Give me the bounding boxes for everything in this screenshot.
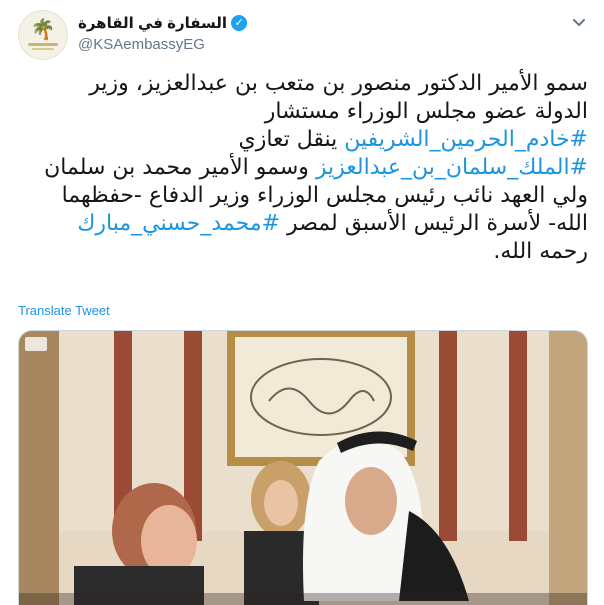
palm-swords-emblem-icon: 🌴 (30, 19, 56, 41)
user-handle[interactable]: @KSAembassyEG (78, 36, 205, 53)
tweet-text-segment: رحمه الله. (493, 239, 588, 264)
tweet-text-line: #الملك_سلمان_بن_عبدالعزيز وسمو الأمير مح… (18, 154, 588, 182)
tweet-text-line: ولي العهد نائب رئيس مجلس الوزراء وزير ال… (18, 182, 588, 210)
tweet-photo[interactable] (18, 330, 588, 605)
avatar-seal-bar (28, 43, 58, 46)
tweet-text-line: الدولة عضو مجلس الوزراء مستشار (18, 98, 588, 126)
hashtag-link[interactable]: #الملك_سلمان_بن_عبدالعزيز (316, 155, 588, 180)
chevron-down-icon[interactable] (570, 14, 588, 32)
tweet-text-segment: الدولة عضو مجلس الوزراء مستشار (264, 99, 588, 124)
tweet-text-segment: ينقل تعازي (238, 127, 345, 152)
tweet-text-line: الله- لأسرة الرئيس الأسبق لمصر #محمد_حسن… (18, 210, 588, 238)
tweet-text-line: رحمه الله. (18, 238, 588, 266)
tweet-text-segment: وسمو الأمير محمد بن سلمان (44, 155, 316, 180)
avatar[interactable]: 🌴 (18, 10, 68, 60)
agency-watermark-logo (25, 337, 47, 351)
tweet-card: 🌴 السفارة في القاهرة ✓ @KSAembassyEG سمو… (0, 0, 604, 605)
avatar-seal-bar-small (32, 48, 54, 50)
verified-badge-icon: ✓ (231, 15, 248, 31)
hashtag-link[interactable]: #خادم_الحرمين_الشريفين (344, 127, 588, 152)
tweet-text: سمو الأمير الدكتور منصور بن متعب بن عبدا… (18, 70, 588, 266)
name-row: السفارة في القاهرة ✓ (78, 14, 248, 32)
tweet-text-segment: ولي العهد نائب رئيس مجلس الوزراء وزير ال… (61, 183, 588, 208)
tweet-text-segment: سمو الأمير الدكتور منصور بن متعب بن عبدا… (89, 71, 588, 96)
tweet-text-line: سمو الأمير الدكتور منصور بن متعب بن عبدا… (18, 70, 588, 98)
translate-tweet-link[interactable]: Translate Tweet (18, 303, 110, 318)
hashtag-link[interactable]: #محمد_حسني_مبارك (77, 211, 280, 236)
tweet-text-line: #خادم_الحرمين_الشريفين ينقل تعازي (18, 126, 588, 154)
display-name[interactable]: السفارة في القاهرة (78, 14, 227, 32)
tweet-text-segment: الله- لأسرة الرئيس الأسبق لمصر (280, 211, 588, 236)
